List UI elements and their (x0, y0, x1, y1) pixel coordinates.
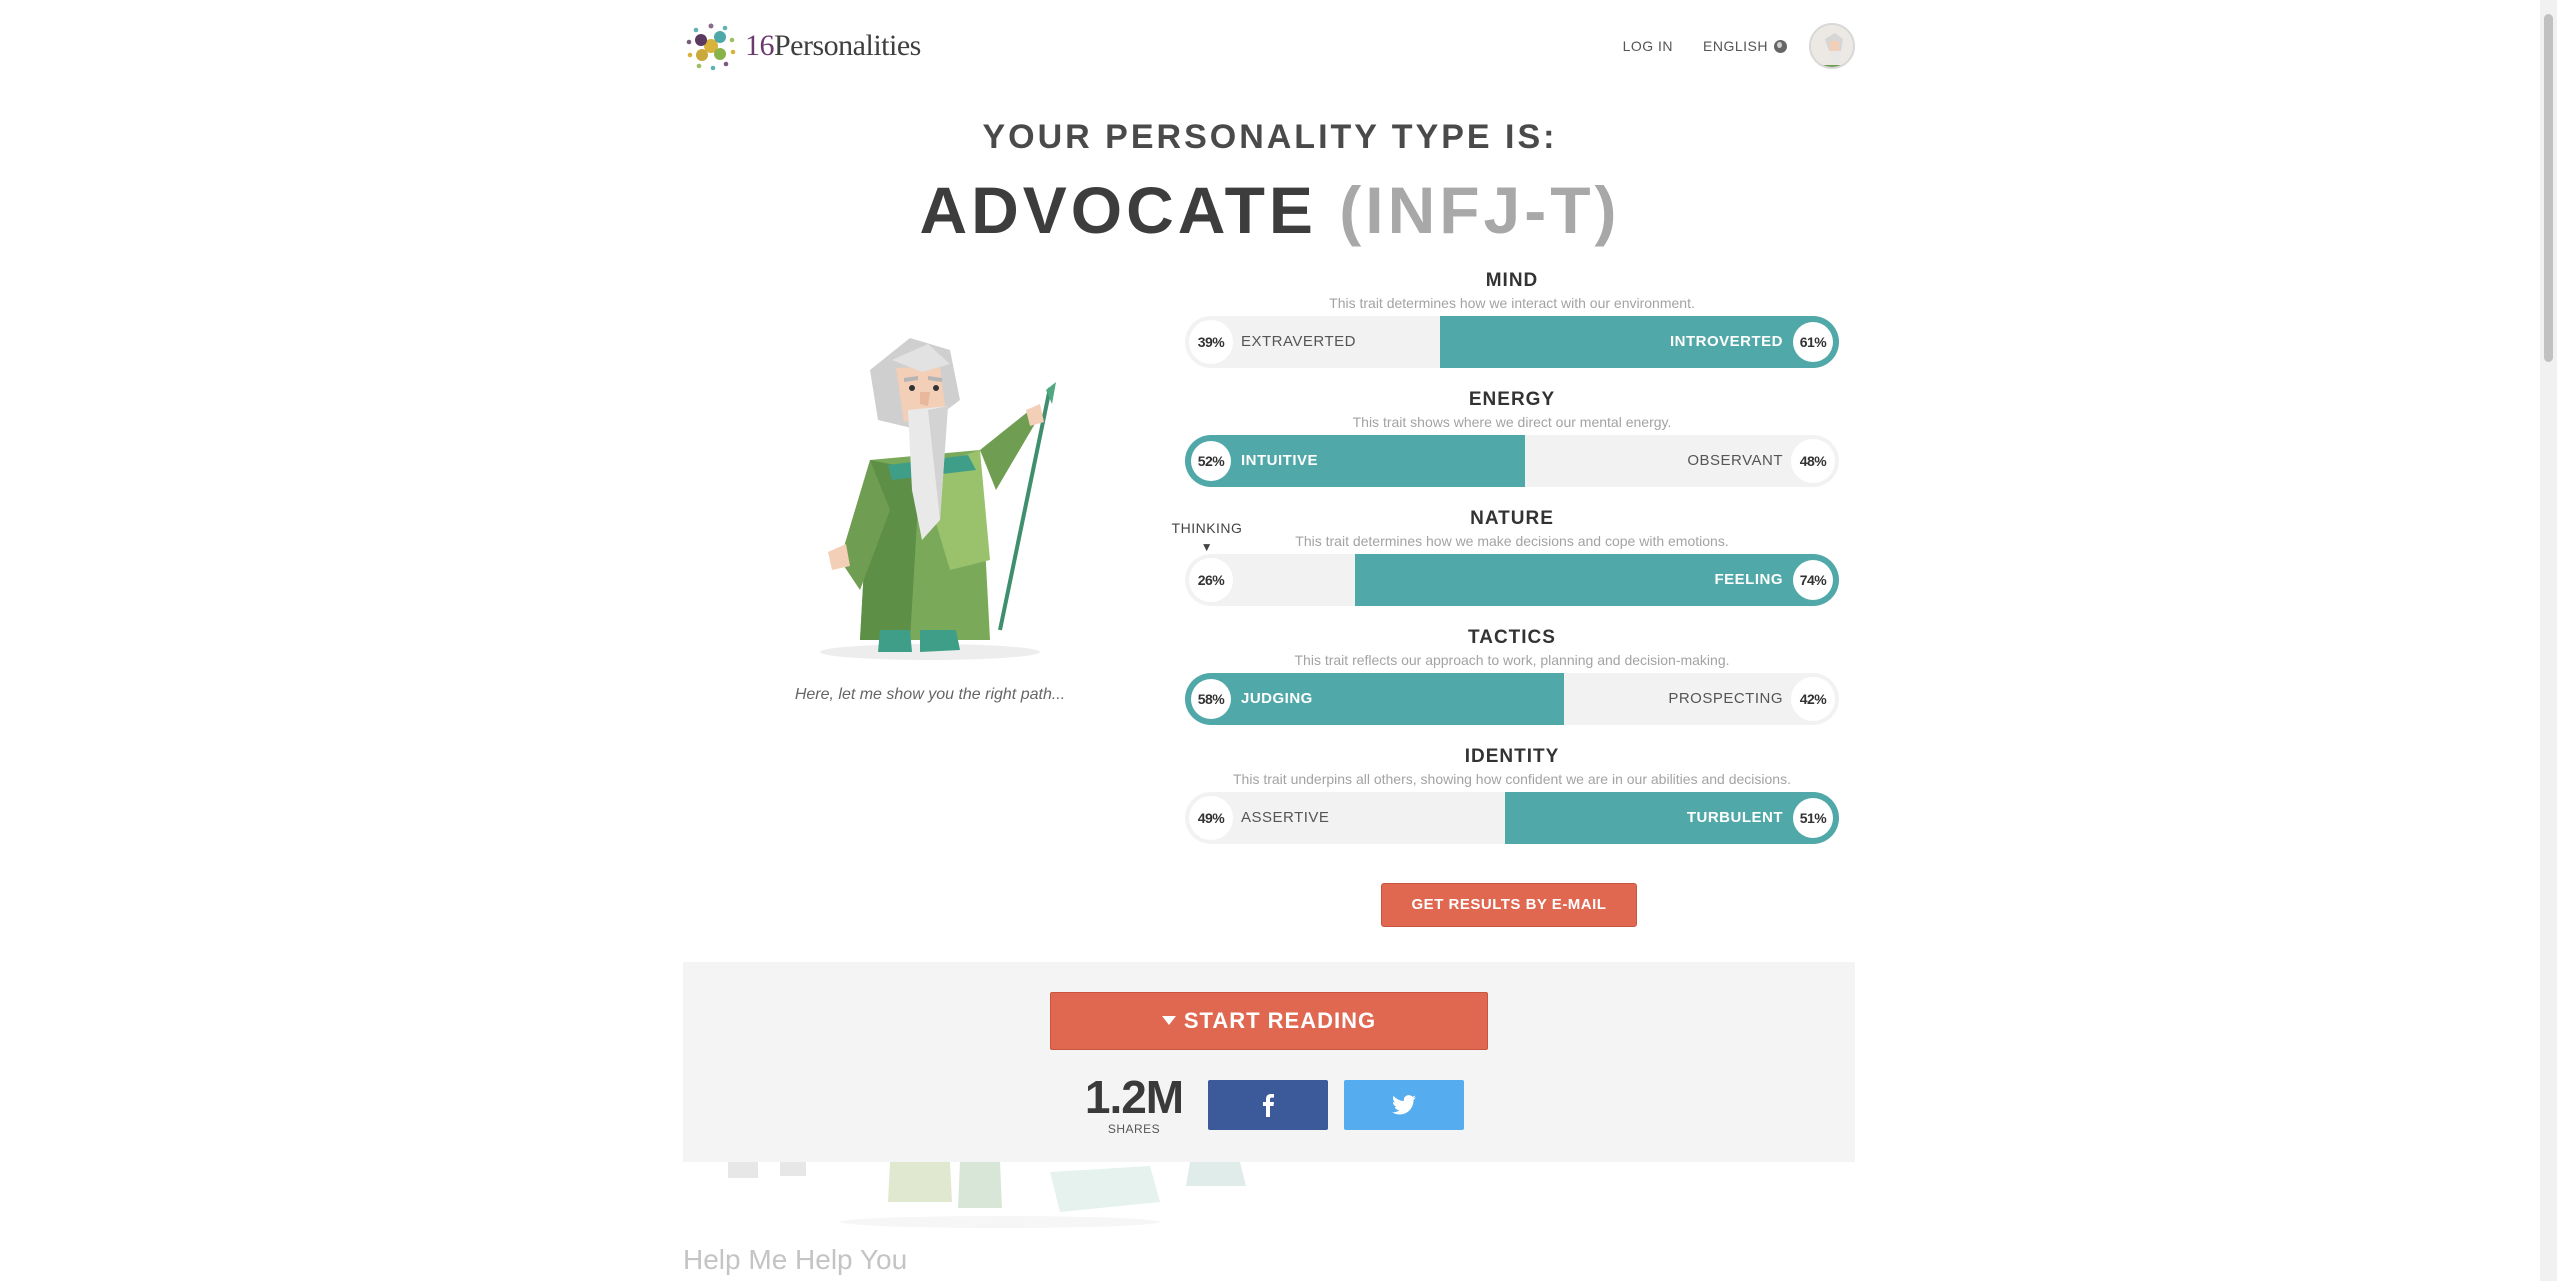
right-percentage: 61% (1793, 322, 1833, 362)
left-trait-label: INTUITIVE (1241, 452, 1319, 469)
logo-wordmark: 16Personalities (745, 29, 921, 63)
trait-name: MIND (1485, 270, 1539, 291)
facebook-icon (1263, 1094, 1274, 1117)
help-section-title: Help Me Help You (683, 1244, 908, 1275)
left-percentage: 39% (1189, 320, 1233, 364)
trait-description: This trait reflects our approach to work… (1294, 652, 1730, 668)
reading-panel: START READING 1.2M SHARES (683, 962, 1855, 1162)
result-title: ADVOCATE (INFJ-T) (0, 172, 2540, 248)
globe-icon (1774, 39, 1787, 53)
avatar[interactable] (1809, 23, 1855, 69)
character-caption: Here, let me show you the right path... (794, 686, 1066, 703)
type-code: (INFJ-T) (1339, 173, 1621, 247)
twitter-share-button[interactable] (1344, 1080, 1464, 1130)
right-trait-label: INTROVERTED (1669, 333, 1783, 350)
trait-description: This trait determines how we make decisi… (1295, 533, 1729, 549)
type-name: ADVOCATE (919, 173, 1317, 247)
trait-name: IDENTITY (1464, 746, 1560, 767)
language-selector[interactable]: ENGLISH (1703, 38, 1787, 54)
shares-label: SHARES (1107, 1122, 1161, 1136)
trait-tactics: TACTICS This trait reflects our approach … (1185, 625, 1839, 744)
logo-number: 16 (745, 29, 775, 62)
trait-bar[interactable]: 58% JUDGING PROSPECTING 42% (1185, 673, 1839, 725)
right-trait-label: OBSERVANT (1687, 452, 1783, 469)
right-percentage: 48% (1791, 439, 1835, 483)
trait-name: TACTICS (1468, 627, 1556, 648)
trait-bar[interactable]: 52% INTUITIVE OBSERVANT 48% (1185, 435, 1839, 487)
avatar-image (1811, 25, 1853, 67)
trait-bar-fill (1505, 792, 1839, 844)
site-header: 16Personalities LOG IN ENGLISH (683, 16, 1855, 76)
trait-name: NATURE (1470, 508, 1554, 529)
language-label: ENGLISH (1703, 38, 1768, 54)
trait-identity: IDENTITY This trait underpins all others,… (1185, 744, 1839, 863)
trait-mind: MIND This trait determines how we interac… (1185, 268, 1839, 387)
trait-description: This trait underpins all others, showing… (1233, 771, 1791, 787)
left-percentage: 26% (1189, 558, 1233, 602)
trait-name: ENERGY (1468, 389, 1556, 410)
trait-bar-fill (1185, 435, 1526, 487)
left-percentage: 52% (1191, 441, 1231, 481)
facebook-share-button[interactable] (1208, 1080, 1328, 1130)
faded-characters-illustration (728, 1162, 1246, 1228)
trait-bar[interactable]: 39% EXTRAVERTED INTROVERTED 61% (1185, 316, 1839, 368)
start-reading-button[interactable]: START READING (1050, 992, 1488, 1050)
trait-bar[interactable]: 49% ASSERTIVE TURBULENT 51% (1185, 792, 1839, 844)
trait-bar[interactable]: 26% FEELING 74% (1185, 554, 1839, 606)
right-percentage: 42% (1791, 677, 1835, 721)
shares-count: 1.2M (1084, 1071, 1184, 1123)
page: 16Personalities LOG IN ENGLISH YOUR PERS… (0, 0, 2557, 1281)
trait-list: MIND This trait determines how we interac… (1185, 268, 1839, 863)
share-counter: 1.2M SHARES (1069, 1074, 1199, 1136)
caret-down-icon (1161, 1016, 1176, 1025)
logo-dots-icon (686, 23, 736, 71)
right-trait-label: PROSPECTING (1668, 690, 1783, 707)
twitter-icon (1392, 1095, 1416, 1115)
right-percentage: 74% (1793, 560, 1833, 600)
advocate-character-illustration (820, 338, 1056, 660)
trait-description: This trait shows where we direct our men… (1352, 414, 1672, 430)
trait-energy: ENERGY This trait shows where we direct o… (1185, 387, 1839, 506)
trait-nature: NATURE This trait determines how we make … (1185, 506, 1839, 625)
left-trait-label: ASSERTIVE (1241, 809, 1330, 826)
site-logo[interactable]: 16Personalities (683, 18, 921, 74)
top-nav: LOG IN ENGLISH (1623, 16, 1855, 76)
trait-description: This trait determines how we interact wi… (1329, 295, 1695, 311)
left-percentage: 49% (1189, 796, 1233, 840)
left-trait-label: EXTRAVERTED (1241, 333, 1356, 350)
left-percentage: 58% (1191, 679, 1231, 719)
scrollbar-thumb[interactable] (2544, 14, 2553, 362)
logo-word: Personalities (774, 29, 921, 62)
left-trait-label: JUDGING (1241, 690, 1313, 707)
right-trait-label: FEELING (1714, 571, 1783, 588)
right-percentage: 51% (1793, 798, 1833, 838)
result-subtitle: YOUR PERSONALITY TYPE IS: (982, 118, 1558, 156)
login-link[interactable]: LOG IN (1623, 38, 1673, 54)
page-scrollbar[interactable] (2540, 0, 2557, 1281)
get-results-email-button[interactable]: GET RESULTS BY E-MAIL (1381, 883, 1637, 927)
start-reading-label: START READING (1183, 1008, 1377, 1033)
right-trait-label: TURBULENT (1686, 809, 1783, 826)
